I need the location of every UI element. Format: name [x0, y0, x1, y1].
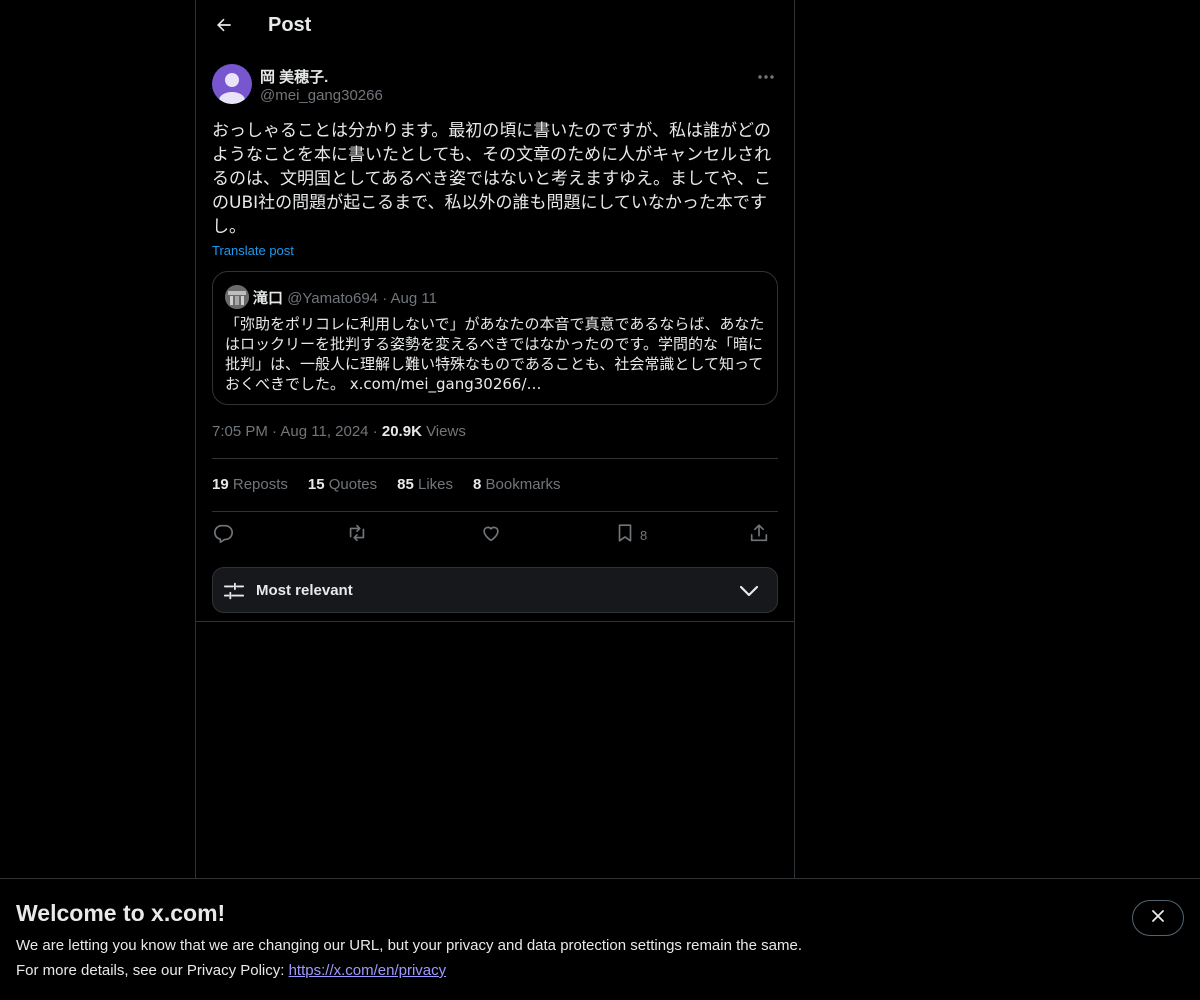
close-icon — [1150, 908, 1166, 929]
divider — [212, 511, 778, 512]
stat-count: 19 — [212, 476, 229, 493]
quote-date: Aug 11 — [390, 290, 437, 307]
banner-title: Welcome to x.com! — [16, 900, 226, 926]
sort-label: Most relevant — [256, 582, 353, 599]
welcome-banner: Welcome to x.com! We are letting you kno… — [0, 878, 1200, 1000]
author-name[interactable]: 岡 美穂子. — [260, 66, 328, 87]
post-date[interactable]: Aug 11, 2024 — [280, 423, 368, 440]
views-label: Views — [426, 423, 466, 440]
close-banner-button[interactable] — [1132, 900, 1184, 936]
privacy-policy-link[interactable]: https://x.com/en/privacy — [289, 962, 447, 979]
stat-count: 8 — [473, 476, 482, 493]
post-meta: 7:05 PM · Aug 11, 2024 · 20.9K Views — [212, 423, 466, 440]
page-title: Post — [268, 14, 312, 36]
quoted-post[interactable]: 滝口 @Yamato694 · Aug 11 「弥助をポリコレに利用しないで」が… — [212, 271, 778, 405]
like-button[interactable] — [480, 521, 502, 549]
quote-separator: · — [382, 290, 388, 307]
banner-privacy-line: For more details, see our Privacy Policy… — [16, 962, 446, 979]
heart-icon — [480, 522, 502, 549]
stat-label: Quotes — [328, 476, 378, 493]
avatar — [225, 285, 249, 309]
stat-count: 85 — [397, 476, 414, 493]
reply-sort-dropdown[interactable]: Most relevant — [212, 567, 778, 613]
bookmark-button[interactable]: 8 — [614, 521, 647, 549]
reply-icon — [212, 522, 234, 549]
quote-text: 「弥助をポリコレに利用しないで」があなたの本音で真意であるならば、あなたはロック… — [225, 315, 765, 393]
quote-author-handle: @Yamato694 — [287, 290, 379, 307]
views-count: 20.9K — [381, 423, 422, 440]
divider — [196, 621, 794, 622]
stat-likes[interactable]: 85 Likes — [397, 476, 453, 493]
sliders-icon — [223, 580, 245, 607]
post-stats: 19 Reposts 15 Quotes 85 Likes 8 Bookmark… — [212, 476, 561, 493]
more-button[interactable] — [754, 64, 778, 86]
stat-label: Likes — [417, 476, 454, 493]
share-button[interactable] — [748, 521, 770, 549]
chevron-down-icon — [739, 582, 759, 605]
post-text: おっしゃることは分かります。最初の頃に書いたのですが、私は誰がどのようなことを本… — [212, 121, 772, 237]
quote-author-name: 滝口 — [253, 290, 284, 307]
reply-button[interactable] — [212, 521, 234, 549]
bookmark-count: 8 — [640, 527, 648, 543]
post-time[interactable]: 7:05 PM — [212, 423, 268, 440]
back-button[interactable] — [206, 9, 242, 45]
quote-header: 滝口 @Yamato694 · Aug 11 — [253, 287, 437, 308]
primary-column: Post 岡 美穂子. @mei_gang30266 おっしゃることは分かります… — [195, 0, 795, 878]
stat-bookmarks[interactable]: 8 Bookmarks — [473, 476, 561, 493]
stat-label: Bookmarks — [485, 476, 561, 493]
stat-reposts[interactable]: 19 Reposts — [212, 476, 288, 493]
avatar[interactable] — [212, 64, 252, 104]
post-author: 岡 美穂子. @mei_gang30266 — [212, 64, 778, 108]
repost-icon — [346, 522, 368, 549]
more-horizontal-icon — [758, 66, 774, 84]
divider — [212, 458, 778, 459]
stat-label: Reposts — [232, 476, 288, 493]
translate-post-link[interactable]: Translate post — [212, 243, 294, 258]
bookmark-icon — [614, 522, 636, 549]
post-actions: 8 — [212, 521, 778, 551]
stat-count: 15 — [307, 476, 325, 493]
arrow-left-icon — [214, 15, 234, 40]
stat-quotes[interactable]: 15 Quotes — [308, 476, 377, 493]
repost-button[interactable] — [346, 521, 368, 549]
meta-separator: · — [372, 423, 378, 440]
meta-separator: · — [272, 423, 278, 440]
banner-privacy-text: For more details, see our Privacy Policy… — [16, 962, 289, 979]
author-handle[interactable]: @mei_gang30266 — [260, 87, 383, 104]
page-header: Post — [196, 0, 794, 54]
share-icon — [748, 522, 770, 549]
banner-message: We are letting you know that we are chan… — [16, 937, 802, 954]
